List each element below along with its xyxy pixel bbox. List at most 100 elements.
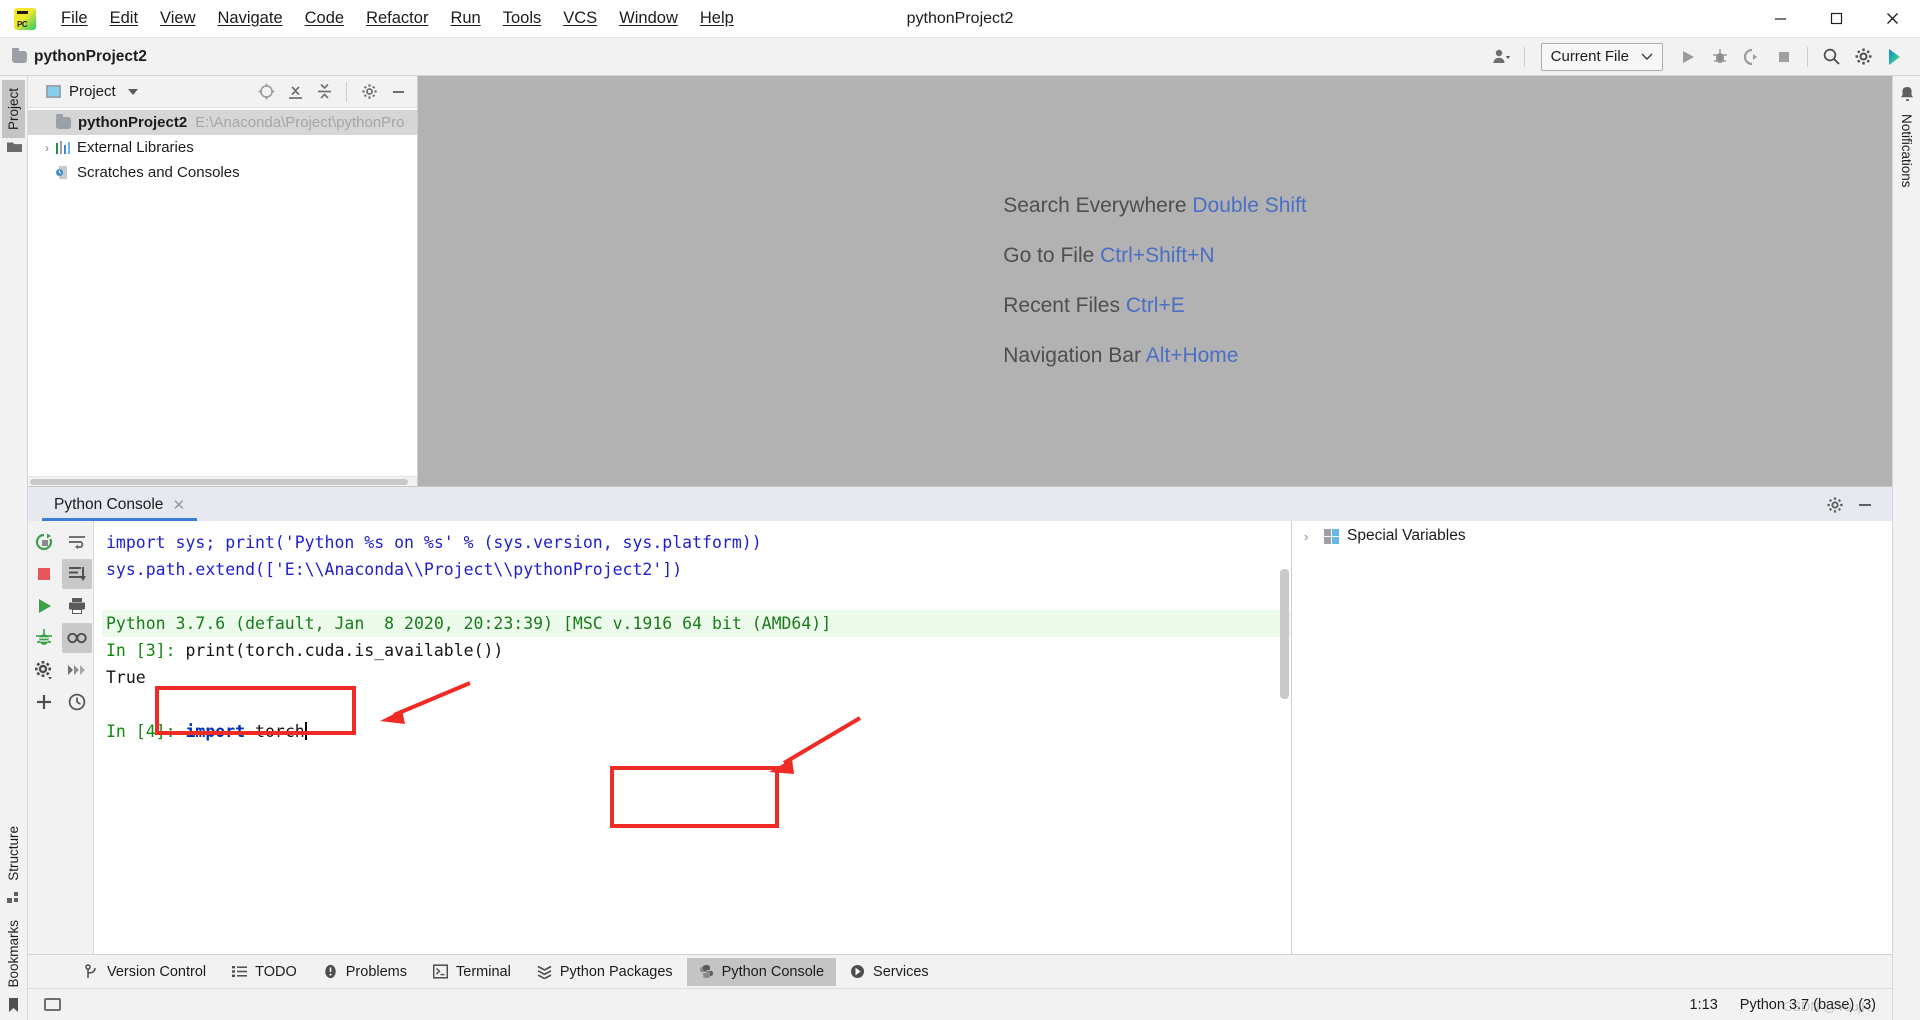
menu-item-view[interactable]: View [149, 5, 206, 32]
console-settings-button[interactable] [1822, 493, 1848, 517]
settings-button[interactable] [1848, 43, 1878, 71]
editor-shortcut-hints: Search Everywhere Double Shift Go to Fil… [1003, 194, 1307, 368]
project-tree-horizontal-scrollbar[interactable] [28, 476, 417, 486]
bookmark-icon [7, 998, 21, 1012]
console-minimize-button[interactable] [1852, 493, 1878, 517]
special-variables-label: Special Variables [1347, 527, 1466, 544]
ide-assistant-button[interactable] [1880, 43, 1910, 71]
hint-recent-files-shortcut: Ctrl+E [1125, 294, 1185, 317]
left-sidebar-top-group: Project [2, 80, 25, 153]
project-view-chevron-down-icon[interactable] [127, 88, 138, 95]
history-icon [68, 693, 86, 711]
project-minimize-button[interactable] [385, 80, 411, 104]
python-console-tool-window: Python Console ✕ import sys; print('Pyth… [28, 486, 1892, 954]
menu-item-run[interactable]: Run [439, 5, 491, 32]
layout-toggle-icon[interactable] [44, 998, 61, 1011]
tree-row-project-root[interactable]: pythonProject2 E:\Anaconda\Project\pytho… [28, 110, 417, 135]
console-debug-button[interactable] [29, 623, 59, 653]
stop-button[interactable] [29, 559, 59, 589]
tree-row-scratches[interactable]: Scratches and Consoles [28, 160, 417, 185]
history-button[interactable] [62, 687, 92, 717]
chevron-right-icon[interactable]: › [1304, 529, 1324, 544]
menu-item-navigate[interactable]: Navigate [207, 5, 294, 32]
search-icon [1823, 48, 1840, 65]
run-button[interactable] [1673, 43, 1703, 71]
soft-wrap-button[interactable] [62, 527, 92, 557]
coverage-button[interactable] [1737, 43, 1767, 71]
breadcrumb[interactable]: pythonProject2 [34, 48, 147, 66]
console-vertical-scrollbar[interactable] [1280, 569, 1289, 699]
bottom-tab-python-packages[interactable]: Python Packages [525, 958, 685, 986]
caret-position[interactable]: 1:13 [1690, 997, 1718, 1013]
bottom-tab-version-control[interactable]: Version Control [72, 958, 218, 986]
scroll-to-end-button[interactable] [61, 559, 92, 589]
close-icon[interactable]: ✕ [172, 496, 185, 514]
menu-item-vcs[interactable]: VCS [552, 5, 608, 32]
expand-all-button[interactable] [282, 80, 308, 104]
console-input-text: torch [245, 722, 305, 741]
maximize-button[interactable] [1808, 0, 1864, 37]
interpreter-selector[interactable]: Python 3.7 (base) (3) [1740, 997, 1876, 1013]
menu-item-window[interactable]: Window [608, 5, 689, 32]
show-variables-icon [67, 632, 87, 644]
collapse-all-button[interactable] [311, 80, 337, 104]
bottom-tab-python-console[interactable]: Python Console [686, 957, 837, 986]
execute-all-button[interactable] [62, 655, 92, 685]
toolbar-separator-2 [1807, 46, 1808, 67]
settings-icon [35, 661, 53, 680]
print-button[interactable] [62, 591, 92, 621]
tree-label-scratches: Scratches and Consoles [77, 164, 240, 181]
console-input-line[interactable]: In [4]: import torch [102, 718, 1291, 745]
main-menu: File Edit View Navigate Code Refactor Ru… [50, 5, 745, 32]
terminal-icon [433, 964, 449, 979]
console-output[interactable]: import sys; print('Python %s on %s' % (s… [94, 521, 1291, 954]
scroll-to-end-icon [68, 567, 86, 581]
hint-go-to-file-shortcut: Ctrl+Shift+N [1100, 244, 1215, 267]
stop-button[interactable] [1769, 43, 1799, 71]
console-body: import sys; print('Python %s on %s' % (s… [28, 521, 1892, 954]
sidebar-item-structure[interactable]: Structure [2, 818, 25, 889]
upper-area: Project pythonProject2 E:\Anaconda\Proje… [28, 76, 1892, 486]
menu-item-tools[interactable]: Tools [492, 5, 553, 32]
locate-target-button[interactable] [253, 80, 279, 104]
show-variables-button[interactable] [61, 623, 92, 653]
minimize-button[interactable] [1752, 0, 1808, 37]
menu-edit-label: Edit [109, 9, 139, 27]
rerun-button[interactable] [29, 527, 59, 557]
hint-go-to-file-action: Go to File [1003, 244, 1095, 267]
bottom-tab-todo[interactable]: TODO [220, 958, 309, 986]
tree-caret-external-libraries[interactable]: › [38, 141, 56, 155]
bottom-tab-terminal[interactable]: Terminal [421, 958, 523, 986]
stop-icon [38, 568, 51, 580]
run-configuration-selector[interactable]: Current File [1540, 42, 1663, 71]
sidebar-item-project[interactable]: Project [2, 80, 25, 139]
maximize-icon [1830, 12, 1842, 25]
console-settings-gutter-button[interactable] [29, 655, 59, 685]
execute-button[interactable] [29, 591, 59, 621]
bottom-tab-python-packages-label: Python Packages [559, 963, 673, 980]
bottom-tab-problems[interactable]: Problems [311, 958, 419, 986]
menu-item-code[interactable]: Code [294, 5, 355, 32]
hint-recent-files: Recent Files Ctrl+E [1003, 294, 1307, 318]
project-settings-button[interactable] [356, 80, 382, 104]
chevron-down-icon [1641, 53, 1653, 60]
search-everywhere-button[interactable] [1816, 43, 1846, 71]
project-tree: pythonProject2 E:\Anaconda\Project\pytho… [28, 108, 417, 476]
menu-item-edit[interactable]: Edit [99, 5, 149, 32]
menu-item-help[interactable]: Help [689, 5, 745, 32]
toolbar-actions: Current File [1486, 42, 1920, 71]
user-account-button[interactable] [1486, 43, 1516, 71]
bottom-tab-services[interactable]: Services [838, 958, 941, 986]
new-console-button[interactable] [29, 687, 59, 717]
menu-item-file[interactable]: File [50, 5, 99, 32]
bottom-tab-python-console-label: Python Console [721, 963, 825, 980]
console-tab-python-console[interactable]: Python Console ✕ [42, 491, 198, 521]
editor-empty-area: Search Everywhere Double Shift Go to Fil… [418, 76, 1892, 486]
special-variables-row[interactable]: › Special Variables [1292, 521, 1892, 551]
sidebar-item-notifications[interactable]: Notifications [1895, 106, 1918, 196]
close-button[interactable] [1864, 0, 1920, 37]
menu-item-refactor[interactable]: Refactor [355, 5, 439, 32]
sidebar-item-bookmarks[interactable]: Bookmarks [2, 912, 25, 996]
debug-button[interactable] [1705, 43, 1735, 71]
tree-row-external-libraries[interactable]: › External Libraries [28, 135, 417, 160]
